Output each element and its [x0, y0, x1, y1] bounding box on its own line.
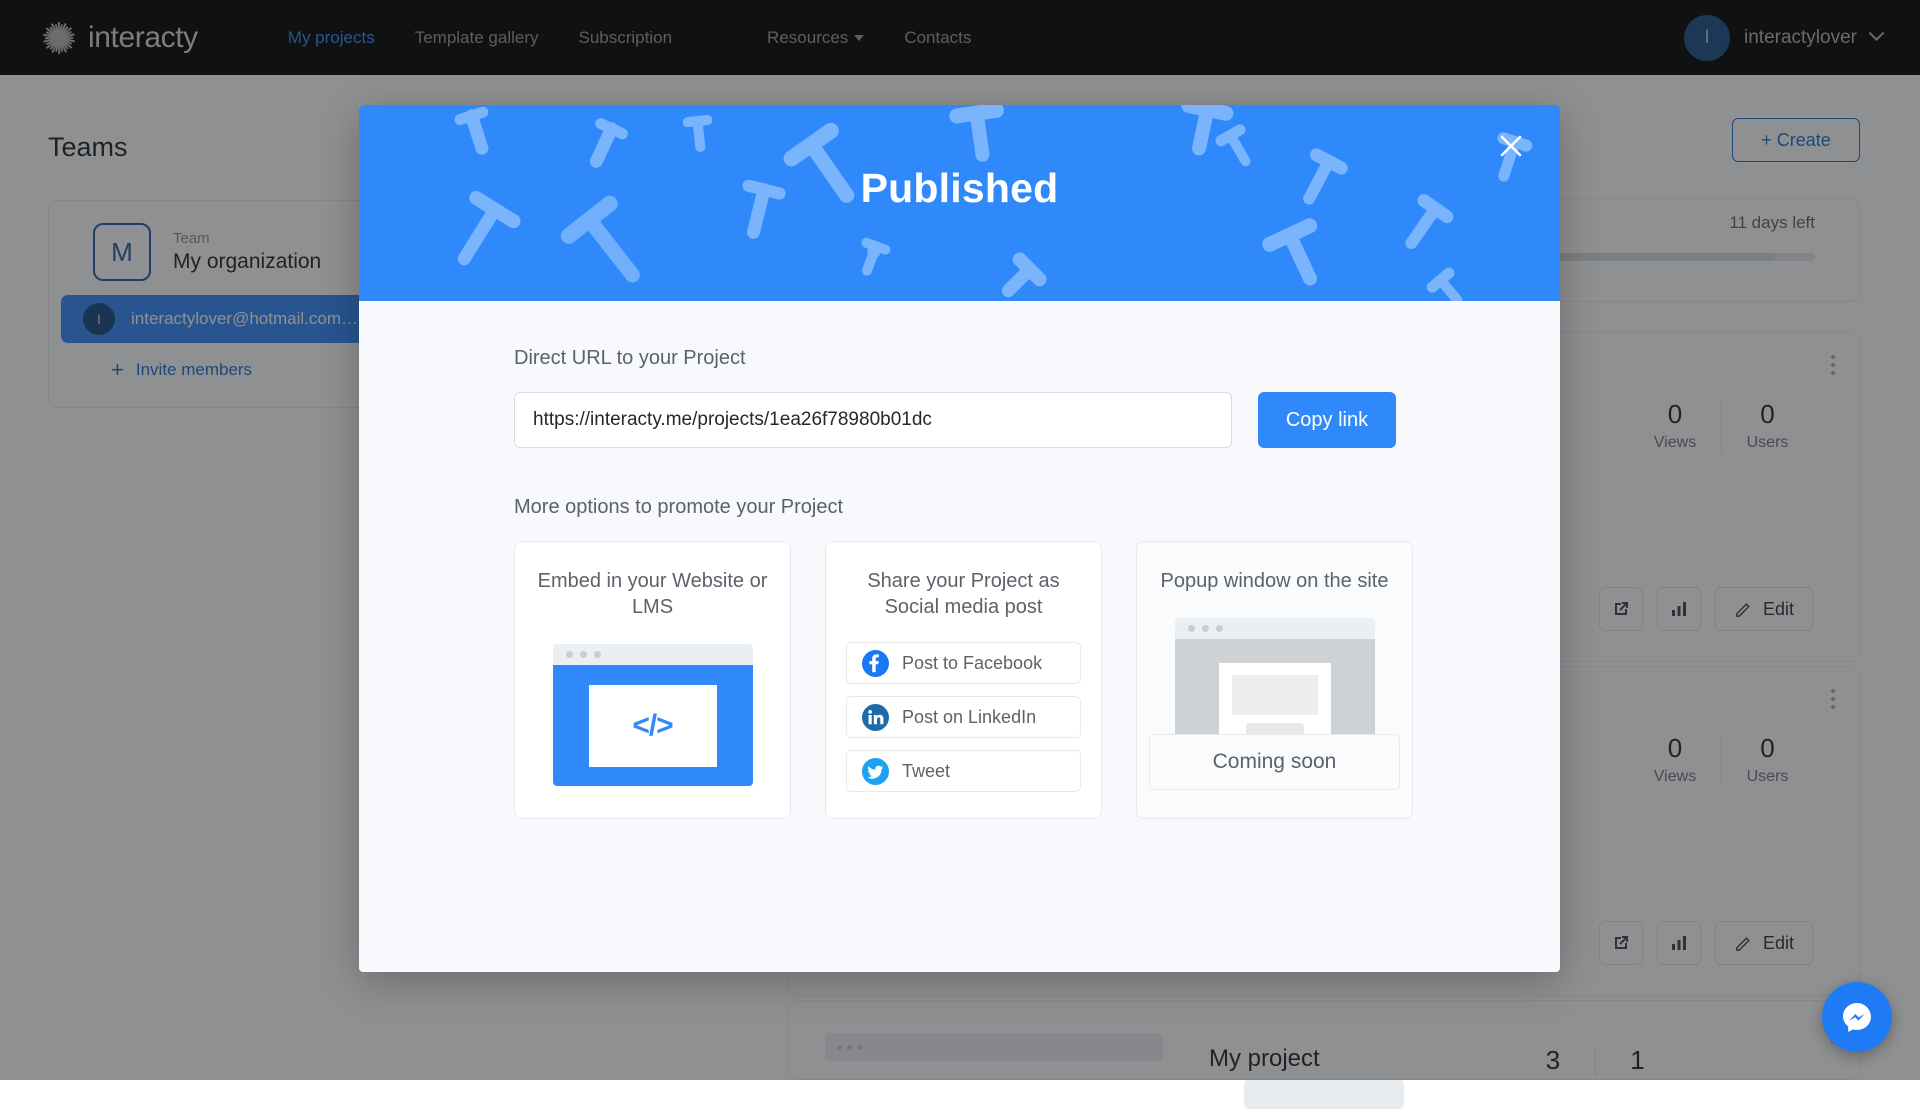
post-to-facebook-button[interactable]: Post to Facebook	[846, 642, 1081, 684]
promo-card-social-title: Share your Project as Social media post	[846, 568, 1081, 620]
post-on-linkedin-button[interactable]: Post on LinkedIn	[846, 696, 1081, 738]
direct-url-input[interactable]	[514, 392, 1232, 448]
promo-cards: Embed in your Website or LMS </> Share y…	[514, 541, 1560, 819]
direct-url-row: Copy link	[514, 392, 1560, 448]
project-thumbnail	[1244, 1079, 1404, 1109]
code-glyph: </>	[632, 709, 672, 743]
promo-card-popup-title: Popup window on the site	[1157, 568, 1392, 594]
code-embed-icon: </>	[553, 644, 753, 786]
modal-title: Published	[359, 165, 1560, 212]
close-icon[interactable]	[1488, 123, 1534, 169]
facebook-icon	[862, 650, 889, 677]
more-options-label: More options to promote your Project	[514, 496, 1560, 519]
published-modal: Published Direct URL to your Project Cop…	[359, 105, 1560, 972]
copy-link-button[interactable]: Copy link	[1258, 392, 1396, 448]
direct-url-label: Direct URL to your Project	[514, 347, 1560, 370]
promo-card-social: Share your Project as Social media post …	[825, 541, 1102, 819]
social-buttons: Post to Facebook Po	[846, 642, 1081, 792]
promo-card-embed[interactable]: Embed in your Website or LMS </>	[514, 541, 791, 819]
post-on-linkedin-label: Post on LinkedIn	[902, 707, 1036, 728]
post-to-facebook-label: Post to Facebook	[902, 653, 1042, 674]
tweet-label: Tweet	[902, 761, 950, 782]
promo-card-embed-title: Embed in your Website or LMS	[535, 568, 770, 620]
twitter-icon	[862, 758, 889, 785]
tweet-button[interactable]: Tweet	[846, 750, 1081, 792]
modal-header: Published	[359, 105, 1560, 301]
modal-body: Direct URL to your Project Copy link Mor…	[359, 301, 1560, 819]
coming-soon-badge: Coming soon	[1149, 734, 1400, 790]
linkedin-icon	[862, 704, 889, 731]
facebook-messenger-icon[interactable]	[1822, 982, 1892, 1052]
promo-card-popup: Popup window on the site Coming soon	[1136, 541, 1413, 819]
